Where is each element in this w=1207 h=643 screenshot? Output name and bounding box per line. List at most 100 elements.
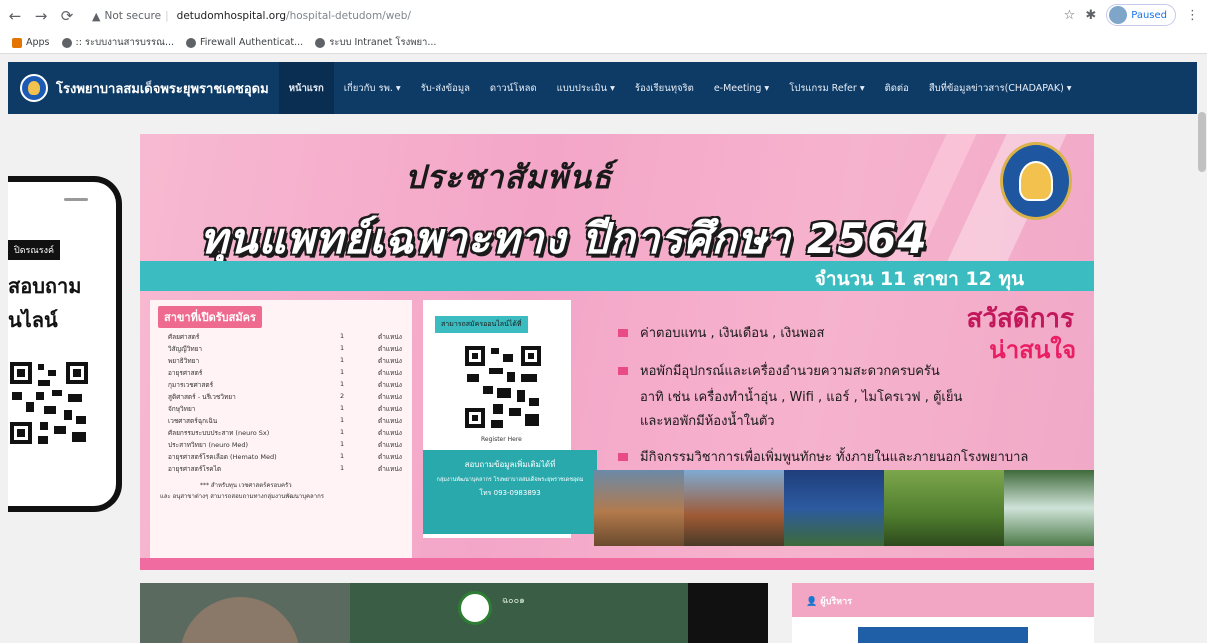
contact-line: กลุ่มงานพัฒนาบุคลากร โรงพยาบาลสมเด็จพระย… xyxy=(436,477,584,483)
main-menu: หน้าแรก เกี่ยวกับ รพ. ▾ รับ-ส่งข้อมูล ดา… xyxy=(278,62,1082,114)
profile-button[interactable]: Paused xyxy=(1106,4,1176,26)
menu-about[interactable]: เกี่ยวกับ รพ. ▾ xyxy=(334,62,411,114)
list-item: ศัลยกรรมระบบประสาท (neuro Sx) 1 ตำแหน่ง xyxy=(168,428,402,437)
list-item: อายุรศาสตร์โรคเลือด (Hemato Med) 1 ตำแหน่ง xyxy=(168,452,402,461)
card-dark-panel xyxy=(688,583,768,643)
bookmark-item[interactable]: ระบบ Intranet โรงพยา... xyxy=(315,35,436,50)
moph-emblem-icon xyxy=(458,591,492,625)
bookmark-item[interactable]: Firewall Authenticat... xyxy=(186,37,303,48)
menu-dots-icon[interactable]: ⋮ xyxy=(1186,8,1199,23)
address-bar[interactable]: ▲ Not secure | detudomhospital.org /hosp… xyxy=(92,5,1042,27)
phone-tag: ปิดรณรงค์ xyxy=(8,240,60,260)
executive-card-title: 👤 ผู้บริหาร xyxy=(806,597,852,607)
user-icon: 👤 xyxy=(806,597,821,607)
globe-icon xyxy=(315,37,326,48)
menu-emeeting[interactable]: e-Meeting ▾ xyxy=(704,62,779,114)
bullet-icon xyxy=(618,328,628,337)
branches-header: สาขาที่เปิดรับสมัคร xyxy=(158,306,262,328)
reload-icon[interactable]: ⟳ xyxy=(56,5,78,27)
news-card[interactable]: ฉ๐๐๑ xyxy=(140,583,768,643)
phone-line-2: นไลน์ xyxy=(8,308,58,332)
contact-title: สอบถามข้อมูลเพิ่มเติมได้ที่ xyxy=(464,460,556,469)
qr-code-icon xyxy=(8,360,90,448)
list-item: อายุรศาสตร์โรคไต 1 ตำแหน่ง xyxy=(168,464,402,473)
site-navbar: โรงพยาบาลสมเด็จพระยุพราชเดชอุดม หน้าแรก … xyxy=(8,62,1198,114)
forward-icon[interactable]: → xyxy=(30,5,52,27)
bookmarks-bar: Apps :: ระบบงานสารบรรณ... Firewall Authe… xyxy=(0,32,1207,54)
bookmark-apps[interactable]: Apps xyxy=(12,37,50,48)
card-emblem-text: ฉ๐๐๑ xyxy=(502,596,525,606)
list-item: พยาธิวิทยา 1 ตำแหน่ง xyxy=(168,356,402,365)
landscape-photo xyxy=(684,470,784,546)
browser-right-tools: ☆ ✱ Paused ⋮ xyxy=(1064,4,1199,26)
banner-pr-title: ประชาสัมพันธ์ xyxy=(405,158,613,196)
list-item: วิสัญญีวิทยา 1 ตำแหน่ง xyxy=(168,344,402,353)
hospital-logo[interactable] xyxy=(20,74,48,102)
menu-info[interactable]: สืบที่ข้อมูลข่าวสาร(CHADAPAK) ▾ xyxy=(919,62,1082,114)
phone-promo[interactable]: ปิดรณรงค์ สอบถาม นไลน์ xyxy=(8,176,122,512)
register-tag: สามารถสมัครออนไลน์ได้ที่ xyxy=(435,316,528,333)
bookmark-item[interactable]: :: ระบบงานสารบรรณ... xyxy=(61,35,174,50)
list-item: กุมารเวชศาสตร์ 1 ตำแหน่ง xyxy=(168,380,402,389)
phone-line-1: สอบถาม xyxy=(8,274,82,298)
scrollbar-thumb[interactable] xyxy=(1198,112,1206,172)
benefit-item: ค่าตอบแทน , เงินเดือน , เงินพอส xyxy=(618,322,824,343)
scholarship-banner[interactable]: ประชาสัมพันธ์ ทุนแพทย์เฉพาะทาง ปีการศึกษ… xyxy=(140,134,1094,570)
list-item: จักษุวิทยา 1 ตำแหน่ง xyxy=(168,404,402,413)
executive-card-header: 👤 ผู้บริหาร xyxy=(792,583,1094,617)
hospital-seal-icon xyxy=(1000,142,1072,220)
globe-icon xyxy=(186,37,197,48)
welfare-badge: สวัสดิการ น่าสนใจ xyxy=(950,298,1080,368)
menu-evaluation[interactable]: แบบประเมิน ▾ xyxy=(547,62,625,114)
benefit-item: มีกิจกรรมวิชาการเพื่อเพิ่มพูนทักษะ ทั้งภ… xyxy=(618,446,1028,467)
welfare-text-2: น่าสนใจ xyxy=(989,336,1076,364)
register-label: Register Here xyxy=(481,436,522,443)
warning-icon[interactable]: ▲ xyxy=(92,10,100,23)
list-item: ประสาทวิทยา (neuro Med) 1 ตำแหน่ง xyxy=(168,440,402,449)
benefit-item-cont: อาทิ เช่น เครื่องทำน้ำอุ่น , Wifi , แอร์… xyxy=(640,390,963,405)
banner-bottom-strip xyxy=(140,558,1094,570)
landscape-photo xyxy=(594,470,684,546)
site-title[interactable]: โรงพยาบาลสมเด็จพระยุพราชเดชอุดม xyxy=(56,78,269,99)
url-host: detudomhospital.org xyxy=(176,10,287,22)
list-item: อายุรศาสตร์ 1 ตำแหน่ง xyxy=(168,368,402,377)
executive-card[interactable]: 👤 ผู้บริหาร xyxy=(792,583,1094,643)
branches-footnote-1: *** สำหรับทุน เวชศาสตร์ครอบครัว xyxy=(200,482,292,489)
separator: | xyxy=(165,10,169,22)
profile-label: Paused xyxy=(1131,9,1167,21)
bullet-icon xyxy=(618,452,628,461)
url-path: /hospital-detudom/web/ xyxy=(286,10,411,22)
star-icon[interactable]: ☆ xyxy=(1064,8,1076,23)
list-item: ศัลยศาสตร์ 1 ตำแหน่ง xyxy=(168,332,402,341)
qr-code-icon[interactable] xyxy=(463,344,543,430)
menu-complaint[interactable]: ร้องเรียนทุจริต xyxy=(625,62,704,114)
list-item: เวชศาสตร์ฉุกเฉิน 1 ตำแหน่ง xyxy=(168,416,402,425)
browser-toolbar: ← → ⟳ ▲ Not secure | detudomhospital.org… xyxy=(0,0,1207,32)
branches-panel: สาขาที่เปิดรับสมัคร ศัลยศาสตร์ 1 ตำแหน่ง ว… xyxy=(150,300,412,562)
branches-footnote-2: และ อนุสาขาต่างๆ สามารถสอบถามทางกลุ่มงาน… xyxy=(160,493,324,500)
menu-data-exchange[interactable]: รับ-ส่งข้อมูล xyxy=(411,62,480,114)
apps-grid-icon xyxy=(12,37,22,48)
globe-icon xyxy=(61,37,72,48)
menu-home[interactable]: หน้าแรก xyxy=(278,62,334,114)
bullet-icon xyxy=(618,366,628,375)
bookmark-label: Firewall Authenticat... xyxy=(200,37,304,48)
contact-tel: โทร 093-0983893 xyxy=(479,489,541,497)
benefit-item-cont: และหอพักมีห้องน้ำในตัว xyxy=(640,414,775,429)
menu-download[interactable]: ดาวน์โหลด xyxy=(480,62,547,114)
avatar xyxy=(1109,6,1128,24)
contact-box: สอบถามข้อมูลเพิ่มเติมได้ที่ กลุ่มงานพัฒน… xyxy=(423,450,597,534)
security-label: Not secure xyxy=(104,10,162,22)
forest-photo xyxy=(884,470,1004,546)
menu-refer[interactable]: โปรแกรม Refer ▾ xyxy=(779,62,874,114)
back-icon[interactable]: ← xyxy=(4,5,26,27)
photo-strip xyxy=(594,470,1094,546)
phone-speaker xyxy=(64,198,88,201)
benefit-item: หอพักมีอุปกรณ์และเครื่องอำนวยความสะดวกคร… xyxy=(618,360,940,381)
menu-contact[interactable]: ติดต่อ xyxy=(875,62,919,114)
temple-photo xyxy=(784,470,884,546)
list-item: สูติศาสตร์ - นรีเวชวิทยา 2 ตำแหน่ง xyxy=(168,392,402,401)
executive-photo xyxy=(858,627,1028,643)
bookmark-label: ระบบ Intranet โรงพยา... xyxy=(329,37,437,48)
extension-icon[interactable]: ✱ xyxy=(1085,8,1096,23)
